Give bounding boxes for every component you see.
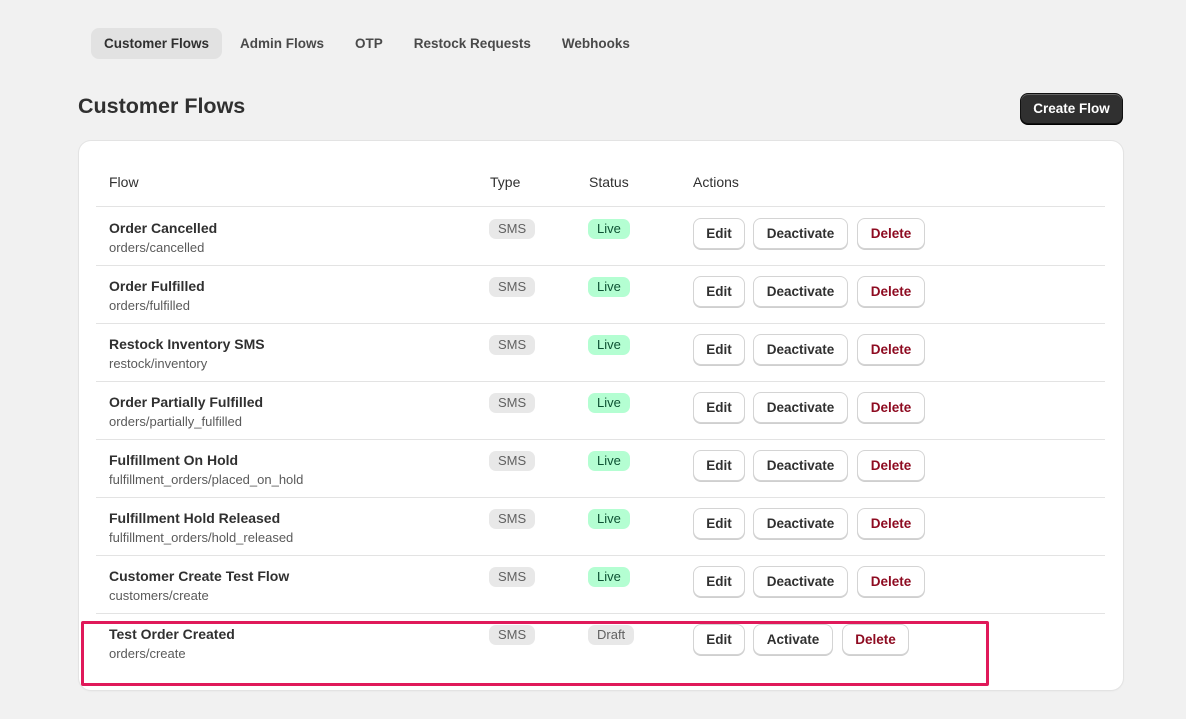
tab-otp[interactable]: OTP bbox=[342, 28, 396, 59]
flow-name: Order Partially Fulfilled bbox=[109, 394, 264, 410]
flow-name: Order Fulfilled bbox=[109, 278, 205, 294]
flow-name: Customer Create Test Flow bbox=[109, 568, 290, 584]
status-badge: Live bbox=[588, 451, 630, 471]
delete-button[interactable]: Delete bbox=[857, 218, 925, 249]
deactivate-button[interactable]: Deactivate bbox=[753, 450, 848, 481]
status-badge: Live bbox=[588, 277, 630, 297]
flows-table-card: Flow Type Status Actions Order Cancelled… bbox=[79, 141, 1123, 690]
flow-name: Fulfillment Hold Released bbox=[109, 510, 281, 526]
status-badge: Draft bbox=[588, 625, 635, 645]
delete-button[interactable]: Delete bbox=[857, 450, 925, 481]
deactivate-button[interactable]: Deactivate bbox=[753, 566, 848, 597]
table-row: Test Order Created orders/create SMS Draft E… bbox=[96, 614, 1105, 672]
status-badge: Live bbox=[588, 509, 630, 529]
edit-button[interactable]: Edit bbox=[693, 624, 745, 655]
table-row: Restock Inventory SMS restock/inventory SM… bbox=[96, 324, 1105, 382]
flow-name: Restock Inventory SMS bbox=[109, 336, 265, 352]
table-row: Order Fulfilled orders/fulfilled SMS Live Ed… bbox=[96, 266, 1105, 324]
edit-button[interactable]: Edit bbox=[693, 218, 745, 249]
table-header: Flow Type Status Actions bbox=[96, 141, 1105, 207]
edit-button[interactable]: Edit bbox=[693, 276, 745, 307]
tab-webhooks[interactable]: Webhooks bbox=[549, 28, 643, 59]
flow-topic: orders/create bbox=[109, 646, 186, 661]
type-badge: SMS bbox=[489, 335, 536, 355]
page-title: Customer Flows bbox=[78, 94, 246, 118]
deactivate-button[interactable]: Deactivate bbox=[753, 276, 848, 307]
edit-button[interactable]: Edit bbox=[693, 566, 745, 597]
edit-button[interactable]: Edit bbox=[693, 392, 745, 423]
type-badge: SMS bbox=[489, 509, 536, 529]
tab-restock-requests[interactable]: Restock Requests bbox=[401, 28, 544, 59]
type-badge: SMS bbox=[489, 393, 536, 413]
status-badge: Live bbox=[588, 335, 630, 355]
deactivate-button[interactable]: Deactivate bbox=[753, 334, 848, 365]
flow-name: Fulfillment On Hold bbox=[109, 452, 239, 468]
flow-topic: fulfillment_orders/placed_on_hold bbox=[109, 472, 304, 487]
flow-topic: customers/create bbox=[109, 588, 209, 603]
delete-button[interactable]: Delete bbox=[857, 276, 925, 307]
table-row: Order Partially Fulfilled orders/partiall… bbox=[96, 382, 1105, 440]
column-header-type: Type bbox=[490, 174, 521, 190]
status-badge: Live bbox=[588, 219, 630, 239]
delete-button[interactable]: Delete bbox=[857, 566, 925, 597]
flow-tabs: Customer Flows Admin Flows OTP Restock R… bbox=[91, 28, 648, 59]
column-header-status: Status bbox=[589, 174, 629, 190]
deactivate-button[interactable]: Deactivate bbox=[753, 508, 848, 539]
type-badge: SMS bbox=[489, 219, 536, 239]
table-row: Customer Create Test Flow customers/creat… bbox=[96, 556, 1105, 614]
type-badge: SMS bbox=[489, 625, 536, 645]
tab-admin-flows[interactable]: Admin Flows bbox=[227, 28, 337, 59]
deactivate-button[interactable]: Deactivate bbox=[753, 218, 848, 249]
edit-button[interactable]: Edit bbox=[693, 508, 745, 539]
type-badge: SMS bbox=[489, 277, 536, 297]
delete-button[interactable]: Delete bbox=[857, 392, 925, 423]
activate-button[interactable]: Activate bbox=[753, 624, 833, 655]
flow-name: Test Order Created bbox=[109, 626, 235, 642]
type-badge: SMS bbox=[489, 451, 536, 471]
deactivate-button[interactable]: Deactivate bbox=[753, 392, 848, 423]
delete-button[interactable]: Delete bbox=[842, 624, 909, 655]
status-badge: Live bbox=[588, 393, 630, 413]
delete-button[interactable]: Delete bbox=[857, 508, 925, 539]
column-header-actions: Actions bbox=[693, 174, 739, 190]
delete-button[interactable]: Delete bbox=[857, 334, 925, 365]
flow-topic: fulfillment_orders/hold_released bbox=[109, 530, 294, 545]
column-header-flow: Flow bbox=[109, 174, 139, 190]
edit-button[interactable]: Edit bbox=[693, 334, 745, 365]
flow-topic: orders/fulfilled bbox=[109, 298, 190, 313]
create-flow-button[interactable]: Create Flow bbox=[1020, 93, 1123, 124]
flow-topic: orders/partially_fulfilled bbox=[109, 414, 242, 429]
edit-button[interactable]: Edit bbox=[693, 450, 745, 481]
type-badge: SMS bbox=[489, 567, 536, 587]
flow-topic: orders/cancelled bbox=[109, 240, 205, 255]
tab-customer-flows[interactable]: Customer Flows bbox=[91, 28, 223, 59]
table-row: Fulfillment On Hold fulfillment_orders/pl… bbox=[96, 440, 1105, 498]
status-badge: Live bbox=[588, 567, 630, 587]
flow-name: Order Cancelled bbox=[109, 220, 218, 236]
table-row: Fulfillment Hold Released fulfillment_ord… bbox=[96, 498, 1105, 556]
flow-topic: restock/inventory bbox=[109, 356, 208, 371]
table-row: Order Cancelled orders/cancelled SMS Live Ed… bbox=[96, 208, 1105, 266]
